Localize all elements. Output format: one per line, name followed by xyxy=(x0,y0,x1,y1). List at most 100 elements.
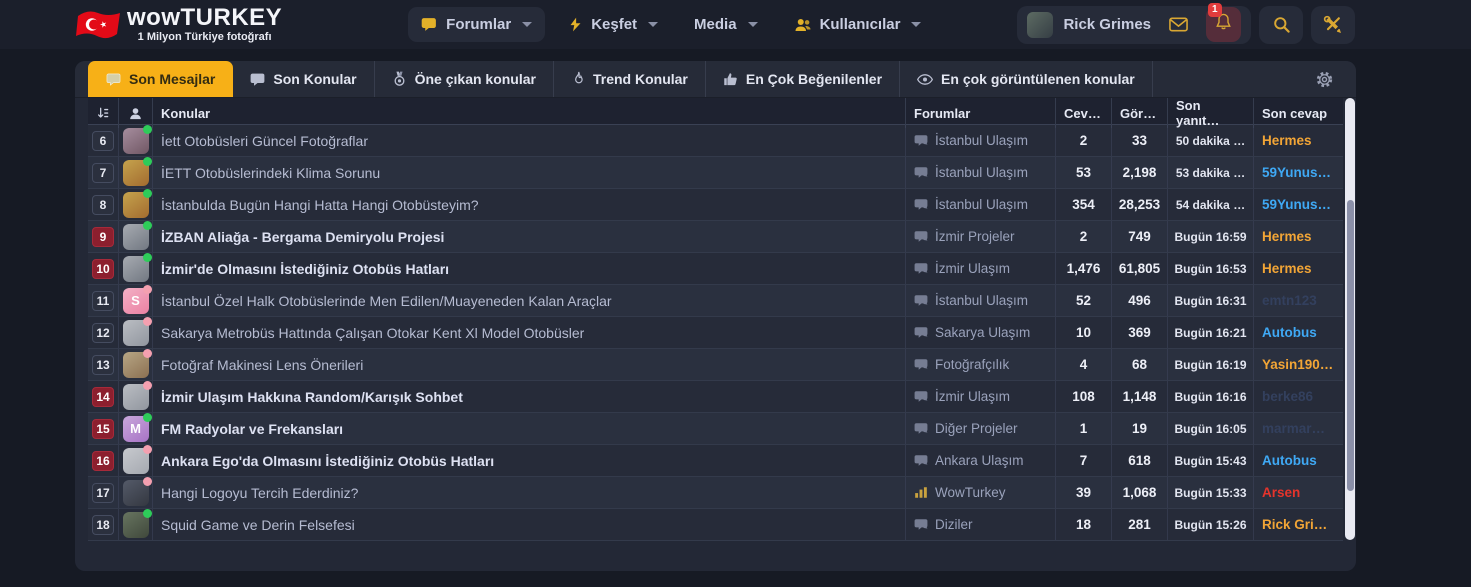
view-count: 1,148 xyxy=(1111,381,1167,412)
forum-link[interactable]: İzmir Ulaşım xyxy=(905,381,1055,412)
topic-title-link[interactable]: İstanbul Özel Halk Otobüslerinde Men Edi… xyxy=(161,293,612,309)
tab-featured-topics[interactable]: Öne çıkan konular xyxy=(375,61,554,97)
table-row[interactable]: 7 İETT Otobüslerindeki Klima Sorunu İsta… xyxy=(88,157,1343,189)
topic-author-avatar[interactable] xyxy=(123,352,149,378)
forum-link[interactable]: Ankara Ulaşım xyxy=(905,445,1055,476)
last-poster-link[interactable]: 59Yunus… xyxy=(1262,197,1331,212)
topic-author-avatar[interactable] xyxy=(123,224,149,250)
presence-indicator xyxy=(143,445,152,454)
forum-link[interactable]: İstanbul Ulaşım xyxy=(905,125,1055,156)
last-poster-link[interactable]: emtn123 xyxy=(1262,293,1317,308)
user-avatar[interactable] xyxy=(1027,12,1053,38)
topic-author-avatar[interactable] xyxy=(123,480,149,506)
topic-author-avatar[interactable] xyxy=(123,320,149,346)
user-menu[interactable]: Rick Grimes 1 xyxy=(1017,6,1251,44)
last-poster-link[interactable]: 59Yunus… xyxy=(1262,165,1331,180)
forum-link[interactable]: İzmir Projeler xyxy=(905,221,1055,252)
topic-title-link[interactable]: Hangi Logoyu Tercih Ederdiniz? xyxy=(161,485,358,501)
last-poster-link[interactable]: Hermes xyxy=(1262,229,1312,244)
notifications-button[interactable]: 1 xyxy=(1206,7,1241,42)
last-poster-link[interactable]: berke86 xyxy=(1262,389,1313,404)
topic-title-link[interactable]: İzmir'de Olmasını İstediğiniz Otobüs Hat… xyxy=(161,261,449,277)
forum-link[interactable]: Fotoğrafçılık xyxy=(905,349,1055,380)
topic-title-link[interactable]: İstanbulda Bugün Hangi Hatta Hangi Otobü… xyxy=(161,197,479,213)
table-row[interactable]: 10 İzmir'de Olmasını İstediğiniz Otobüs … xyxy=(88,253,1343,285)
comment-icon xyxy=(914,166,928,179)
forums-column-header[interactable]: Forumlar xyxy=(905,98,1055,128)
replies-column-header[interactable]: Cev… xyxy=(1055,98,1111,128)
table-row[interactable]: 16 Ankara Ego'da Olmasını İstediğiniz Ot… xyxy=(88,445,1343,477)
nav-item-media[interactable]: Media xyxy=(681,7,771,42)
forum-link[interactable]: İstanbul Ulaşım xyxy=(905,157,1055,188)
site-logo[interactable]: wowTURKEY 1 Milyon Türkiye fotoğrafı xyxy=(75,6,282,43)
forum-link[interactable]: WowTurkey xyxy=(905,477,1055,508)
table-row[interactable]: 18 Squid Game ve Derin Felsefesi Diziler… xyxy=(88,509,1343,541)
search-button[interactable] xyxy=(1259,6,1303,44)
topic-title-link[interactable]: İETT Otobüslerindeki Klima Sorunu xyxy=(161,165,380,181)
topic-author-avatar[interactable] xyxy=(123,448,149,474)
topic-title-link[interactable]: İett Otobüsleri Güncel Fotoğraflar xyxy=(161,133,368,149)
topic-author-avatar[interactable] xyxy=(123,192,149,218)
views-column-header[interactable]: Gör… xyxy=(1111,98,1167,128)
topics-column-header[interactable]: Konular xyxy=(152,98,905,128)
tab-latest-topics[interactable]: Son Konular xyxy=(233,61,374,97)
last-poster-link[interactable]: Hermes xyxy=(1262,261,1312,276)
table-row[interactable]: 6 İett Otobüsleri Güncel Fotoğraflar İst… xyxy=(88,125,1343,157)
table-row[interactable]: 13 Fotoğraf Makinesi Lens Önerileri Foto… xyxy=(88,349,1343,381)
chevron-down-icon xyxy=(648,22,658,27)
tab-most-liked[interactable]: En Çok Beğenilenler xyxy=(706,61,900,97)
topic-author-avatar[interactable]: M xyxy=(123,416,149,442)
topic-title-link[interactable]: Ankara Ego'da Olmasını İstediğiniz Otobü… xyxy=(161,453,494,469)
view-count: 1,068 xyxy=(1111,477,1167,508)
last-poster-link[interactable]: Autobus xyxy=(1262,325,1317,340)
table-row[interactable]: 9 İZBAN Aliağa - Bergama Demiryolu Proje… xyxy=(88,221,1343,253)
tab-most-viewed[interactable]: En çok görüntülenen konular xyxy=(900,61,1153,97)
nav-item-forums[interactable]: Forumlar xyxy=(408,7,545,42)
topic-title-link[interactable]: Sakarya Metrobüs Hattında Çalışan Otokar… xyxy=(161,325,584,341)
forum-link[interactable]: Diziler xyxy=(905,509,1055,540)
bar-chart-icon xyxy=(914,486,928,499)
topic-author-avatar[interactable] xyxy=(123,384,149,410)
forum-link[interactable]: İstanbul Ulaşım xyxy=(905,189,1055,220)
nav-item-users[interactable]: Kullanıcılar xyxy=(781,7,935,42)
topic-title-link[interactable]: Fotoğraf Makinesi Lens Önerileri xyxy=(161,357,363,373)
last-poster-link[interactable]: Autobus xyxy=(1262,453,1317,468)
table-row[interactable]: 8 İstanbulda Bugün Hangi Hatta Hangi Oto… xyxy=(88,189,1343,221)
list-settings-button[interactable] xyxy=(1293,61,1356,97)
table-row[interactable]: 14 İzmir Ulaşım Hakkına Random/Karışık S… xyxy=(88,381,1343,413)
last-poster-link[interactable]: marmar… xyxy=(1262,421,1325,436)
tab-latest-messages[interactable]: Son Mesajlar xyxy=(88,61,233,97)
table-row[interactable]: 17 Hangi Logoyu Tercih Ederdiniz? WowTur… xyxy=(88,477,1343,509)
topic-title-link[interactable]: FM Radyolar ve Frekansları xyxy=(161,421,343,437)
forum-link[interactable]: Sakarya Ulaşım xyxy=(905,317,1055,348)
eye-icon xyxy=(917,73,933,86)
author-column-header[interactable] xyxy=(118,98,152,128)
last-poster-link[interactable]: Arsen xyxy=(1262,485,1300,500)
last-reply-column-header[interactable]: Son yanıt… xyxy=(1167,98,1253,128)
table-row[interactable]: 11 S İstanbul Özel Halk Otobüslerinde Me… xyxy=(88,285,1343,317)
last-post-column-header[interactable]: Son cevap xyxy=(1253,98,1343,128)
topic-title-link[interactable]: Squid Game ve Derin Felsefesi xyxy=(161,517,355,533)
admin-tools-button[interactable] xyxy=(1311,6,1355,44)
vertical-scrollbar[interactable] xyxy=(1345,98,1355,540)
scrollbar-thumb[interactable] xyxy=(1347,200,1354,492)
last-poster-link[interactable]: Hermes xyxy=(1262,133,1312,148)
last-poster-link[interactable]: Yasin190… xyxy=(1262,357,1333,372)
table-row[interactable]: 15 M FM Radyolar ve Frekansları Diğer Pr… xyxy=(88,413,1343,445)
forum-link[interactable]: İzmir Ulaşım xyxy=(905,253,1055,284)
forum-link[interactable]: İstanbul Ulaşım xyxy=(905,285,1055,316)
messages-button[interactable] xyxy=(1161,13,1196,36)
nav-item-discover[interactable]: Keşfet xyxy=(555,7,671,42)
forum-link[interactable]: Diğer Projeler xyxy=(905,413,1055,444)
last-poster-link[interactable]: Rick Gri… xyxy=(1262,517,1327,532)
topic-author-avatar[interactable] xyxy=(123,160,149,186)
topic-title-link[interactable]: İzmir Ulaşım Hakkına Random/Karışık Sohb… xyxy=(161,389,463,405)
table-row[interactable]: 12 Sakarya Metrobüs Hattında Çalışan Oto… xyxy=(88,317,1343,349)
topic-author-avatar[interactable]: S xyxy=(123,288,149,314)
tab-trending-topics[interactable]: Trend Konular xyxy=(554,61,706,97)
topic-title-link[interactable]: İZBAN Aliağa - Bergama Demiryolu Projesi xyxy=(161,229,444,245)
topic-author-avatar[interactable] xyxy=(123,256,149,282)
topic-author-avatar[interactable] xyxy=(123,128,149,154)
topic-author-avatar[interactable] xyxy=(123,512,149,538)
sort-order-header[interactable] xyxy=(88,98,118,128)
